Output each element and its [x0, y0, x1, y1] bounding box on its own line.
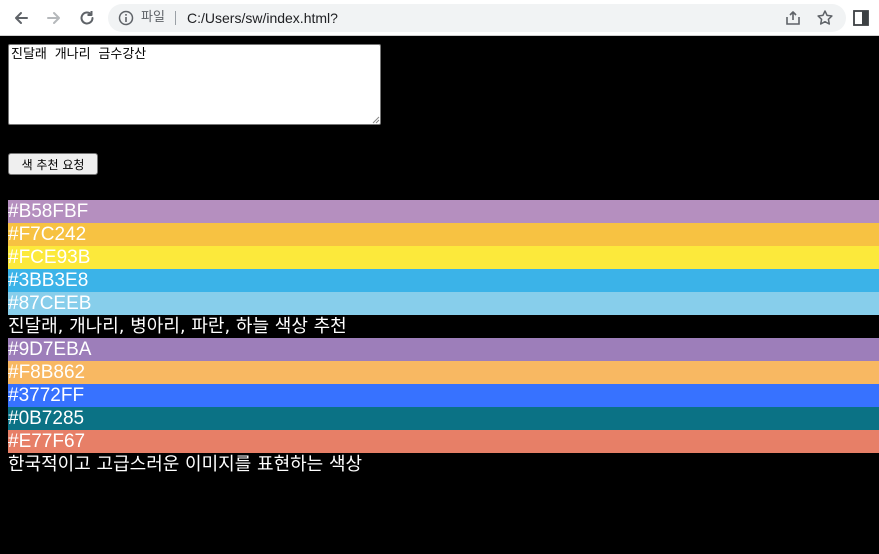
palette-description: 한국적이고 고급스러운 이미지를 표현하는 색상	[8, 454, 363, 475]
color-swatch: #3BB3E8	[8, 269, 879, 292]
reload-icon	[80, 11, 94, 25]
arrow-left-icon	[15, 12, 28, 24]
forward-button[interactable]	[40, 4, 68, 32]
color-swatch: #FCE93B	[8, 246, 879, 269]
resize-grip-icon[interactable]	[370, 114, 380, 124]
palette-description: 진달래, 개나리, 병아리, 파란, 하늘 색상 추천	[8, 316, 347, 337]
arrow-right-icon	[47, 12, 60, 24]
back-button[interactable]	[7, 4, 35, 32]
scheme-divider	[175, 11, 176, 25]
prompt-textarea[interactable]: 진달래 개나리 금수강산	[8, 44, 381, 125]
scheme-label: 파일	[141, 10, 165, 25]
color-swatch: #9D7EBA	[8, 338, 879, 361]
url-text[interactable]: C:/Users/sw/index.html?	[187, 9, 338, 27]
info-icon[interactable]	[118, 10, 134, 26]
palette-results: #B58FBF #F7C242 #FCE93B #3BB3E8 #87CEEB 진달래, …	[8, 200, 879, 476]
request-colors-button[interactable]: 색 추천 요청	[8, 153, 98, 175]
star-icon[interactable]	[816, 9, 834, 27]
color-swatch: #0B7285	[8, 407, 879, 430]
browser-toolbar: 파일 C:/Users/sw/index.html?	[0, 0, 879, 36]
address-bar[interactable]: 파일 C:/Users/sw/index.html?	[108, 4, 846, 32]
color-swatch: #F7C242	[8, 223, 879, 246]
color-swatch: #F8B862	[8, 361, 879, 384]
page-content: 진달래 개나리 금수강산 색 추천 요청 #B58FBF #F7C242 #FCE9…	[0, 36, 879, 554]
share-icon[interactable]	[784, 9, 802, 27]
side-panel-icon[interactable]	[852, 9, 870, 27]
color-swatch: #3772FF	[8, 384, 879, 407]
color-swatch: #B58FBF	[8, 200, 879, 223]
color-swatch: #87CEEB	[8, 292, 879, 315]
reload-button[interactable]	[73, 4, 101, 32]
color-swatch: #E77F67	[8, 430, 879, 453]
